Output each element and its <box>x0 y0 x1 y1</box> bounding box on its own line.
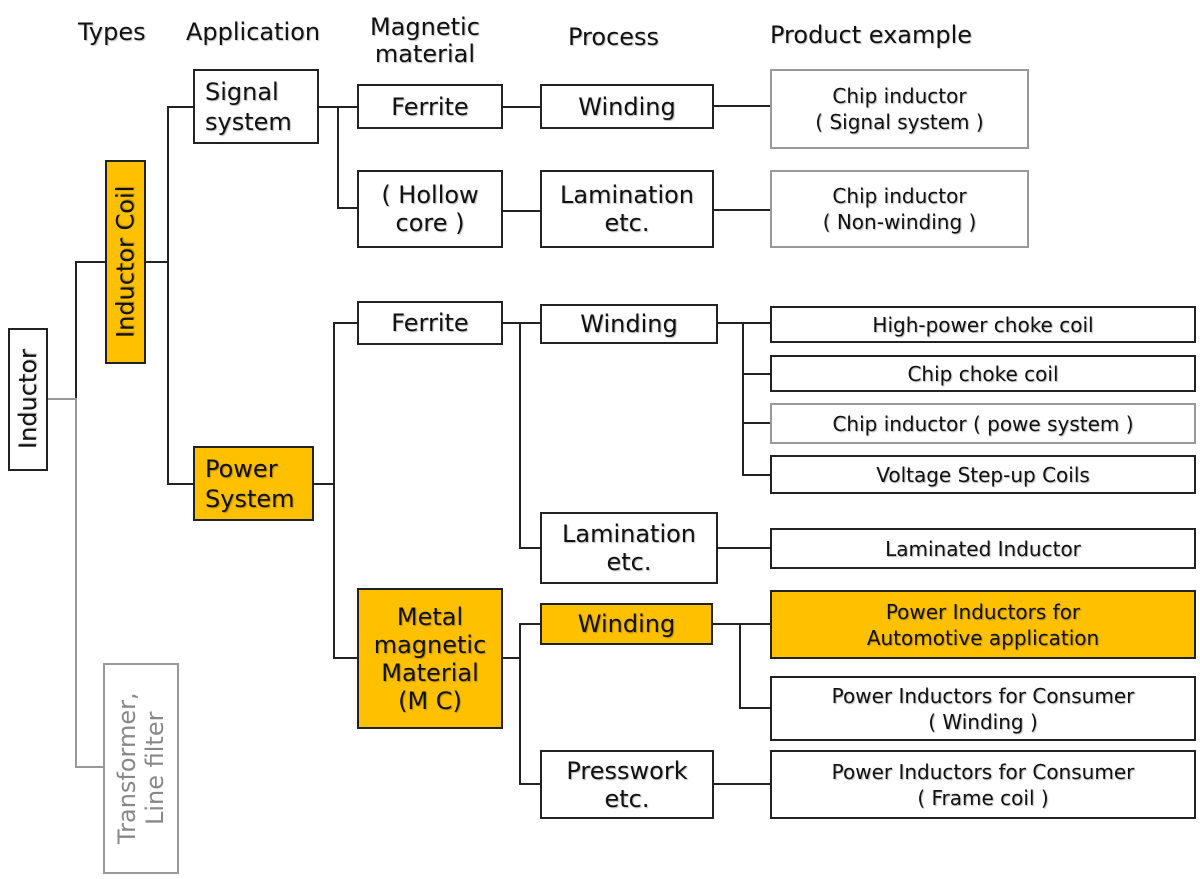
node-winding-mc[interactable]: Winding <box>540 603 713 645</box>
node-winding-power[interactable]: Winding <box>540 304 718 344</box>
node-lamination-power[interactable]: Lamination etc. <box>540 512 718 584</box>
connector-presswork-out <box>713 783 770 785</box>
connector-ferrite-power-branch <box>519 322 521 549</box>
product-laminated-inductor[interactable]: Laminated Inductor <box>770 528 1196 569</box>
connector-winding-mc-branch <box>739 623 741 709</box>
node-inductor[interactable]: Inductor <box>8 328 48 471</box>
connector-signal <box>167 106 193 108</box>
product-chip-inductor-power[interactable]: Chip inductor ( powe system ) <box>770 403 1196 444</box>
connector-application-trunk <box>167 106 169 485</box>
product-high-power-choke-coil[interactable]: High-power choke coil <box>770 306 1196 343</box>
product-chip-choke-coil[interactable]: Chip choke coil <box>770 355 1196 392</box>
connector-transformer <box>75 766 103 768</box>
product-chip-inductor-signal[interactable]: Chip inductor ( Signal system ) <box>770 69 1029 149</box>
product-voltage-stepup-coils[interactable]: Voltage Step-up Coils <box>770 455 1196 494</box>
node-power-system[interactable]: Power System <box>193 446 314 521</box>
connector-ferrite-power <box>333 322 357 324</box>
connector-lamination-chip <box>713 209 770 211</box>
inductor-classification-diagram: Types Application Magnetic material Proc… <box>0 0 1200 879</box>
header-application: Application <box>186 18 321 46</box>
node-metal-magnetic-material[interactable]: Metal magnetic Material (M C) <box>357 588 503 729</box>
connector-presswork <box>519 783 540 785</box>
product-power-inductors-consumer-winding[interactable]: Power Inductors for Consumer ( Winding ) <box>770 676 1196 741</box>
header-product-example: Product example <box>770 21 973 49</box>
node-ferrite-power[interactable]: Ferrite <box>357 301 503 345</box>
product-chip-inductor-nonwinding[interactable]: Chip inductor ( Non-winding ) <box>770 170 1029 248</box>
connector-power-out <box>313 483 335 485</box>
header-magnetic-material: Magnetic material <box>370 13 480 68</box>
connector-metal-branch <box>519 623 521 785</box>
node-lamination-signal[interactable]: Lamination etc. <box>540 170 714 248</box>
node-signal-system[interactable]: Signal system <box>193 69 319 144</box>
connector-power <box>167 483 193 485</box>
product-power-inductors-automotive[interactable]: Power Inductors for Automotive applicati… <box>770 590 1196 659</box>
connector-winding-power-branch <box>742 322 744 475</box>
connector-signal-branch <box>337 106 339 208</box>
connector-winding-mc-out <box>712 623 770 625</box>
connector-laminated <box>717 547 770 549</box>
node-transformer-line-filter[interactable]: Transformer, Line filter <box>103 663 179 874</box>
node-presswork[interactable]: Presswork etc. <box>540 750 714 819</box>
node-hollow-core[interactable]: ( Hollow core ) <box>357 170 503 248</box>
connector-winding-mc <box>519 623 540 625</box>
connector-chip-inductor-power <box>742 422 770 424</box>
header-types: Types <box>78 18 146 46</box>
product-power-inductors-consumer-frame-coil[interactable]: Power Inductors for Consumer ( Frame coi… <box>770 750 1196 819</box>
connector-ferrite-power-out <box>502 322 540 324</box>
connector-hollow-lamination <box>502 210 540 212</box>
connector-types-upper <box>75 262 77 399</box>
connector-ferrite-winding <box>502 106 540 108</box>
connector-metal <box>333 657 357 659</box>
connector-coil-left <box>75 261 105 263</box>
connector-lamination-power <box>519 547 540 549</box>
header-process: Process <box>568 23 660 51</box>
node-ferrite-signal[interactable]: Ferrite <box>357 84 503 129</box>
connector-inductor <box>47 398 77 400</box>
connector-voltage <box>742 474 770 476</box>
connector-winding-chip <box>713 105 770 107</box>
connector-chip-choke <box>742 373 770 375</box>
connector-consumer-winding <box>739 707 770 709</box>
connector-coil-right <box>145 261 169 263</box>
connector-hollow <box>337 207 357 209</box>
node-winding-signal[interactable]: Winding <box>540 84 714 129</box>
connector-types-lower <box>75 398 77 768</box>
node-inductor-coil[interactable]: Inductor Coil <box>105 160 146 364</box>
connector-power-branch <box>333 322 335 658</box>
